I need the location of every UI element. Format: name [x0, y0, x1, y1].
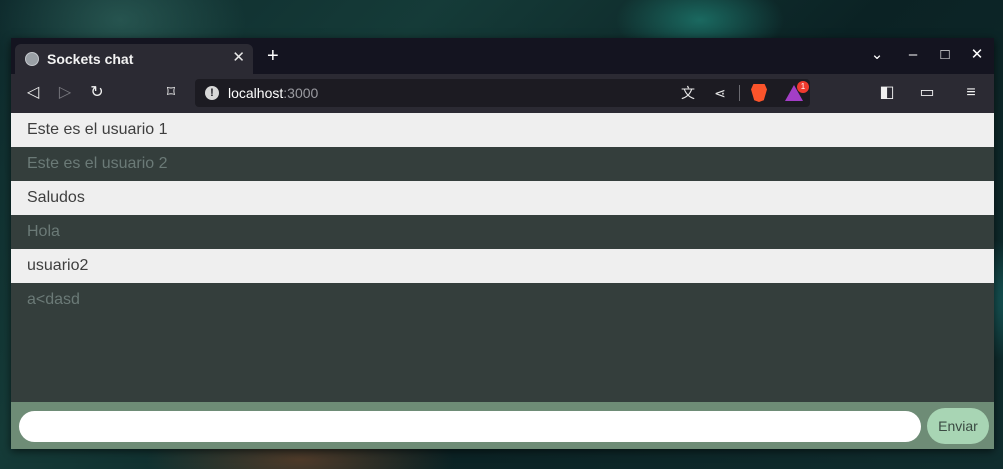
close-window-button[interactable]: ✕	[967, 46, 987, 64]
browser-window: Sockets chat ✕ + ⌄ – □ ✕ ◁ ▷ ↻ ⌑ ! local…	[11, 38, 994, 449]
message-item: Este es el usuario 1	[11, 113, 994, 147]
tab-title: Sockets chat	[47, 51, 134, 67]
site-info-icon[interactable]: !	[205, 86, 219, 100]
message-item: Hola	[11, 215, 994, 249]
main-menu-icon[interactable]: ≡	[961, 83, 981, 103]
share-icon[interactable]: ⋖	[711, 84, 729, 102]
tab-sockets-chat[interactable]: Sockets chat ✕	[15, 44, 253, 74]
wallet-icon[interactable]: ▭	[917, 83, 937, 103]
url-host: localhost	[228, 85, 284, 101]
brave-shields-icon[interactable]	[751, 84, 767, 102]
back-button[interactable]: ◁	[23, 83, 43, 103]
globe-icon	[25, 52, 39, 66]
close-tab-icon[interactable]: ✕	[232, 49, 245, 67]
message-input[interactable]	[19, 411, 921, 442]
new-tab-button[interactable]: +	[267, 46, 279, 66]
forward-button[interactable]: ▷	[55, 83, 75, 103]
message-item: usuario2	[11, 249, 994, 283]
rewards-count-badge: 1	[797, 81, 809, 93]
reload-button[interactable]: ↻	[87, 83, 107, 103]
translate-icon[interactable]: 文	[679, 84, 697, 102]
url-port: :3000	[283, 85, 319, 101]
tab-list-chevron-icon[interactable]: ⌄	[867, 46, 887, 64]
desktop-wallpaper: Sockets chat ✕ + ⌄ – □ ✕ ◁ ▷ ↻ ⌑ ! local…	[0, 0, 1003, 469]
bookmark-icon[interactable]: ⌑	[161, 83, 181, 103]
message-item: Este es el usuario 2	[11, 147, 994, 181]
minimize-button[interactable]: –	[903, 46, 923, 64]
tab-strip: Sockets chat ✕ + ⌄ – □ ✕	[11, 38, 994, 74]
sidebar-icon[interactable]: ◧	[877, 83, 897, 103]
message-item: Saludos	[11, 181, 994, 215]
message-item: a<dasd	[11, 283, 994, 317]
messages-list: Este es el usuario 1 Este es el usuario …	[11, 113, 994, 400]
browser-toolbar: ◁ ▷ ↻ ⌑ ! localhost:3000 文 ⋖ 1 ◧ ▭ ≡	[11, 74, 994, 113]
maximize-button[interactable]: □	[935, 46, 955, 64]
url-text[interactable]: localhost:3000	[228, 85, 318, 101]
address-bar[interactable]: ! localhost:3000 文 ⋖ 1	[195, 79, 810, 107]
chat-form: Enviar	[11, 402, 994, 449]
address-bar-divider	[739, 85, 740, 101]
send-button[interactable]: Enviar	[927, 408, 989, 444]
